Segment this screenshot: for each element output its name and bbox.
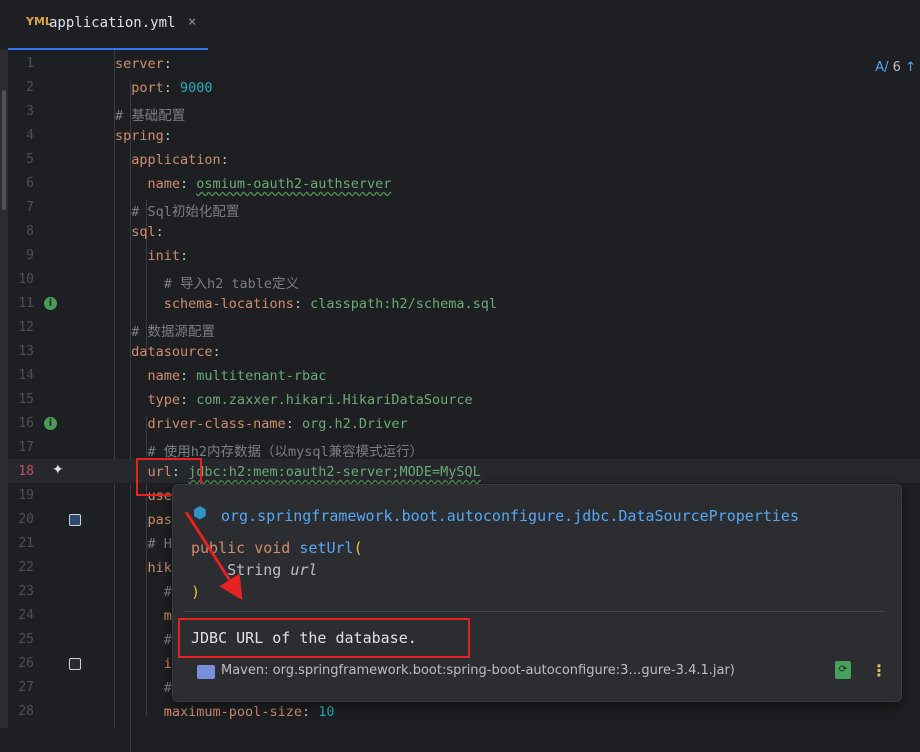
annotation-arrow	[184, 511, 243, 601]
